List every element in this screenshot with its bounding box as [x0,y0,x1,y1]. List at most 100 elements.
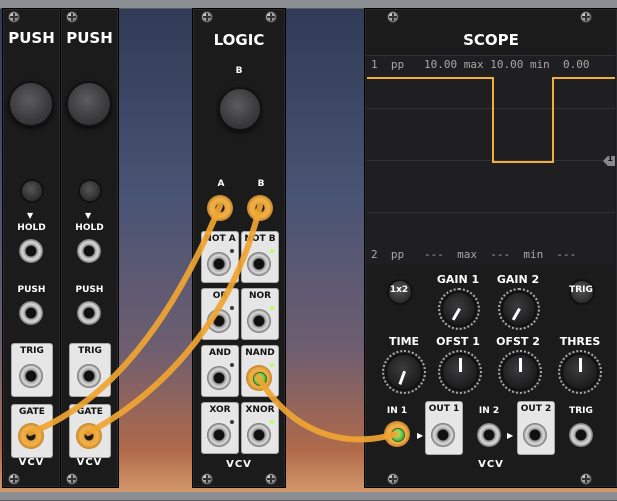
hold-toggle-button[interactable] [78,179,102,203]
hold-toggle-button[interactable] [20,179,44,203]
not-b-output-jack[interactable] [247,252,271,276]
offset-1-label: OFST 1 [436,335,480,348]
nor-output-jack[interactable] [247,309,271,333]
module-title: SCOPE [463,31,519,49]
nor-led [270,306,274,310]
threshold-knob[interactable] [558,350,602,394]
arrow-down-icon: ▼ [85,211,92,220]
hold-output-jack[interactable] [77,239,101,263]
offset-1-knob[interactable] [438,350,482,394]
or-led [230,306,234,310]
b-push-button[interactable] [218,87,262,131]
screw-icon [8,473,20,485]
screw-icon [387,11,399,23]
trig-output-jack[interactable] [19,364,43,388]
screw-icon [8,11,20,23]
gain-1-knob[interactable] [438,288,480,330]
xor-label: XOR [209,405,231,415]
push-button[interactable] [8,81,54,127]
gain-2-label: GAIN 2 [496,273,540,286]
offset-2-knob[interactable] [498,350,542,394]
not-b-led [270,249,274,253]
nor-label: NOR [248,291,272,301]
nand-cable-green-led [253,372,267,386]
out-1-label: OUT 1 [428,404,460,414]
in-1-label: IN 1 [386,406,408,416]
b-button-label: B [235,66,243,76]
push-button[interactable] [66,81,112,127]
module-title: PUSH [8,29,55,47]
trig-label: TRIG [20,346,44,356]
time-label: TIME [388,335,420,348]
vcv-logo: VCV [226,459,252,470]
vcv-logo: VCV [18,457,45,468]
module-title: PUSH [66,29,113,47]
threshold-label: THRES [559,335,601,348]
input-b-label: B [257,179,265,189]
arrow-down-icon: ▼ [27,211,34,220]
trig-input-jack[interactable] [569,423,593,447]
logic-module: LOGIC B A B NOT A NOT B OR NOR AND NAND … [192,8,286,488]
in-2-label: IN 2 [478,406,500,416]
hold-output-jack[interactable] [19,239,43,263]
trig-label: TRIG [78,346,102,356]
screw-icon [201,473,213,485]
xnor-output-jack[interactable] [247,423,271,447]
gain-2-knob[interactable] [498,288,540,330]
trig-input-label: TRIG [569,406,593,416]
not-b-label: NOT B [244,234,276,244]
push-module-2: PUSH ▼ HOLD PUSH TRIG GATE VCV [60,8,119,488]
in-2-jack[interactable] [477,423,501,447]
scope-display[interactable]: 1 pp 10.00 max 10.00 min 0.00 2 pp --- m… [367,55,615,264]
and-led [230,363,234,367]
out-2-jack[interactable] [523,423,547,447]
out-1-jack[interactable] [431,423,455,447]
gain-1-label: GAIN 1 [436,273,480,286]
screw-icon [387,473,399,485]
not-a-led [230,249,234,253]
screw-icon [580,473,592,485]
gate-output-plug[interactable] [76,423,102,449]
xnor-led [270,420,274,424]
xnor-label: XNOR [245,405,275,415]
input-a-plug[interactable] [207,195,233,221]
offset-2-label: OFST 2 [496,335,540,348]
in-1-green-led [391,428,405,442]
screw-icon [265,473,277,485]
xor-output-jack[interactable] [207,423,231,447]
not-a-label: NOT A [204,234,236,244]
module-title: LOGIC [213,31,265,49]
gate-output-plug[interactable] [18,423,44,449]
screw-icon [265,11,277,23]
vcv-logo: VCV [76,457,103,468]
hold-label: HOLD [75,223,104,233]
arrow-right-icon: ▶ [417,431,424,440]
time-knob[interactable] [382,350,426,394]
arrow-right-icon: ▶ [507,431,514,440]
push-label: PUSH [17,285,46,295]
screw-icon [580,11,592,23]
gate-label: GATE [77,407,103,417]
push-output-jack[interactable] [19,301,43,325]
mode-1x2-label: 1x2 [389,285,409,295]
trace-line [367,77,615,163]
input-a-label: A [217,179,225,189]
screw-icon [66,11,78,23]
and-label: AND [209,348,231,358]
and-output-jack[interactable] [207,366,231,390]
input-b-plug[interactable] [247,195,273,221]
not-a-output-jack[interactable] [207,252,231,276]
or-output-jack[interactable] [207,309,231,333]
trig-output-jack[interactable] [77,364,101,388]
trig-mode-label: TRIG [569,285,593,295]
hold-label: HOLD [17,223,46,233]
screw-icon [201,11,213,23]
scope-trace [367,77,615,163]
nand-label: NAND [245,348,275,358]
or-label: OR [212,291,228,301]
xor-led [230,420,234,424]
vcv-logo: VCV [478,459,504,470]
push-output-jack[interactable] [77,301,101,325]
out-2-label: OUT 2 [520,404,552,414]
gate-label: GATE [19,407,45,417]
